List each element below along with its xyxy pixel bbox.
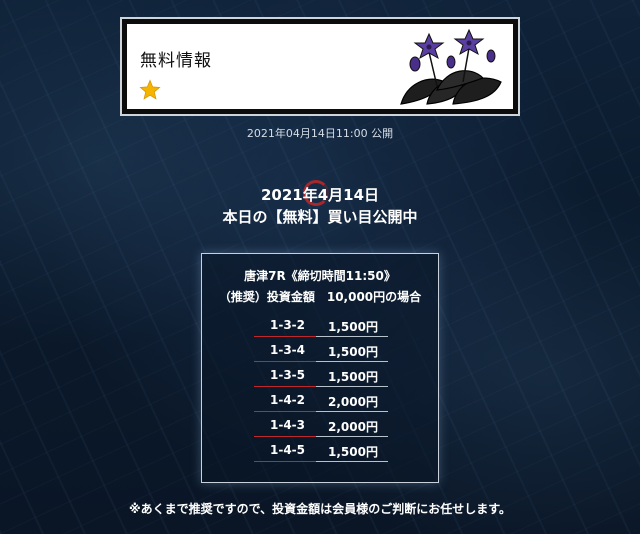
pick-amount: 2,000円 <box>328 420 378 434</box>
headline-date: 2021年4月14日 <box>260 186 380 204</box>
pick-row: 1-4-3 2,000円 <box>254 412 388 437</box>
race-info: 唐津7R《締切時間11:50》 <box>244 269 396 283</box>
pick-combo: 1-3-4 <box>270 343 306 357</box>
pick-amount: 1,500円 <box>328 445 378 459</box>
disclaimer: ※あくまで推奨ですので、投資金額は会員様のご判断にお任せします。 <box>129 502 511 516</box>
free-info-banner: 無料情報 <box>120 17 520 116</box>
pick-row: 1-4-2 2,000円 <box>254 387 388 412</box>
pick-amount: 1,500円 <box>328 345 378 359</box>
pick-amount: 1,500円 <box>328 320 378 334</box>
publish-date: 2021年04月14日11:00 公開 <box>246 127 394 140</box>
pick-row: 1-3-4 1,500円 <box>254 337 388 362</box>
pick-combo: 1-3-5 <box>270 368 306 382</box>
star-icon <box>139 79 161 100</box>
banner-title: 無料情報 <box>140 51 212 71</box>
pick-row: 1-4-5 1,500円 <box>254 437 388 462</box>
headline-main: 本日の【無料】買い目公開中 <box>222 208 418 226</box>
pick-combo: 1-4-3 <box>270 418 306 432</box>
flower-illustration <box>400 28 502 105</box>
pick-combo: 1-4-2 <box>270 393 306 407</box>
pick-row: 1-3-2 1,500円 <box>254 312 388 337</box>
bet-amount-info: （推奨）投資金額 10,000円の場合 <box>218 290 422 304</box>
pick-row: 1-3-5 1,500円 <box>254 362 388 387</box>
pick-amount: 1,500円 <box>328 370 378 384</box>
picks-list: 1-3-2 1,500円 1-3-4 1,500円 1-3-5 1,500円 1… <box>254 312 388 462</box>
pick-combo: 1-4-5 <box>270 443 306 457</box>
pick-amount: 2,000円 <box>328 395 378 409</box>
pick-combo: 1-3-2 <box>270 318 306 332</box>
pick-box: 唐津7R《締切時間11:50》 （推奨）投資金額 10,000円の場合 1-3-… <box>201 253 439 483</box>
